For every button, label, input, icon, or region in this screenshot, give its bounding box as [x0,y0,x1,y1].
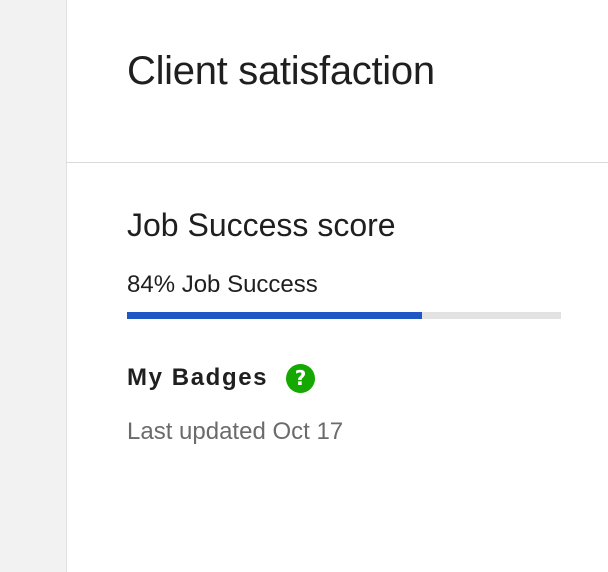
job-success-progress-bar [127,312,561,319]
badges-title: My Badges [127,364,269,391]
job-success-title: Job Success score [127,207,396,243]
job-success-progress-fill [127,312,423,319]
help-glyph: ? [294,366,307,390]
client-satisfaction-card: Client satisfaction Job Success score 84… [67,0,608,572]
last-updated-text: Last updated Oct 17 [127,418,344,445]
left-gutter [0,0,67,572]
card-header: Client satisfaction [67,0,608,163]
job-success-score-label: 84% Job Success [127,271,318,298]
page-title: Client satisfaction [127,49,435,93]
question-circle-icon[interactable]: ? [286,363,316,393]
badges-row: My Badges ? [127,363,316,393]
